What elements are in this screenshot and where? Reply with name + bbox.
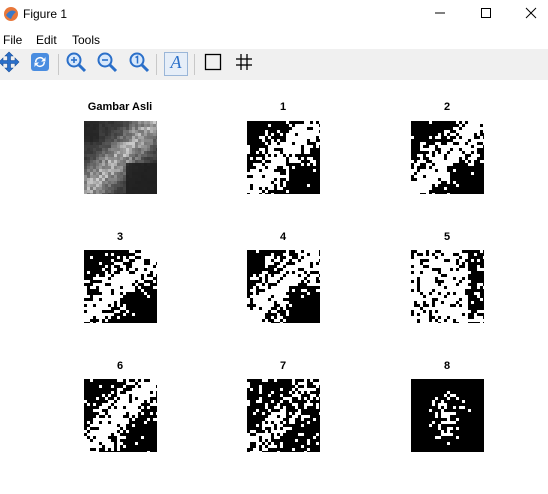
subplot-title: 2: [443, 101, 451, 113]
close-icon: [525, 6, 537, 24]
menu-file[interactable]: File: [3, 33, 22, 47]
toolbar-separator: [194, 54, 195, 75]
minimize-button[interactable]: [417, 0, 463, 30]
zoom-out-button[interactable]: [95, 52, 119, 76]
subplot-title: 3: [116, 231, 124, 243]
subplot-axes-1: [247, 121, 320, 194]
subplot-title: 4: [279, 231, 287, 243]
rotate-icon: [29, 51, 51, 78]
text-tool-button[interactable]: A: [164, 52, 188, 76]
subplot-axes-5: [411, 250, 484, 323]
subplot-title: 6: [116, 360, 124, 372]
pan-icon: [0, 51, 20, 78]
grid-button[interactable]: [232, 52, 256, 76]
subplot-axes-original: [84, 121, 157, 194]
window-title: Figure 1: [23, 7, 68, 21]
reset-zoom-button[interactable]: [127, 52, 151, 76]
zoom-in-button[interactable]: [64, 52, 88, 76]
subplot-title: 5: [443, 231, 451, 243]
subplot-title: 1: [279, 101, 287, 113]
reset-zoom-icon: [128, 51, 150, 78]
subplot-axes-2: [411, 121, 484, 194]
maximize-button[interactable]: [463, 0, 509, 30]
subplot-title: 7: [279, 360, 287, 372]
figure-canvas: Gambar Asli 1 2 3 4 5 6 7 8: [0, 80, 548, 494]
toolbar-separator: [156, 54, 157, 75]
close-button[interactable]: [508, 0, 548, 30]
svg-text:A: A: [170, 52, 183, 72]
title-bar: Figure 1: [0, 0, 548, 30]
matlab-figure-icon: [3, 6, 19, 22]
zoom-out-icon: [96, 51, 118, 78]
pan-button[interactable]: [0, 51, 21, 78]
subplot-title: 8: [443, 360, 451, 372]
box-icon: [203, 52, 223, 77]
maximize-icon: [480, 6, 492, 24]
subplot-axes-7: [247, 379, 320, 452]
menu-edit[interactable]: Edit: [36, 33, 57, 47]
minimize-icon: [434, 6, 446, 24]
box-button[interactable]: [201, 52, 225, 76]
subplot-axes-3: [84, 250, 157, 323]
rotate-button[interactable]: [28, 52, 52, 76]
toolbar: A: [0, 49, 548, 80]
subplot-axes-4: [247, 250, 320, 323]
subplot-axes-8: [411, 379, 484, 452]
zoom-in-icon: [65, 51, 87, 78]
subplot-axes-6: [84, 379, 157, 452]
subplot-title: Gambar Asli: [87, 101, 153, 113]
grid-icon: [234, 52, 254, 77]
menu-tools[interactable]: Tools: [72, 33, 100, 47]
toolbar-separator: [58, 54, 59, 75]
menu-bar: File Edit Tools: [0, 30, 548, 49]
text-tool-icon: A: [166, 52, 186, 77]
